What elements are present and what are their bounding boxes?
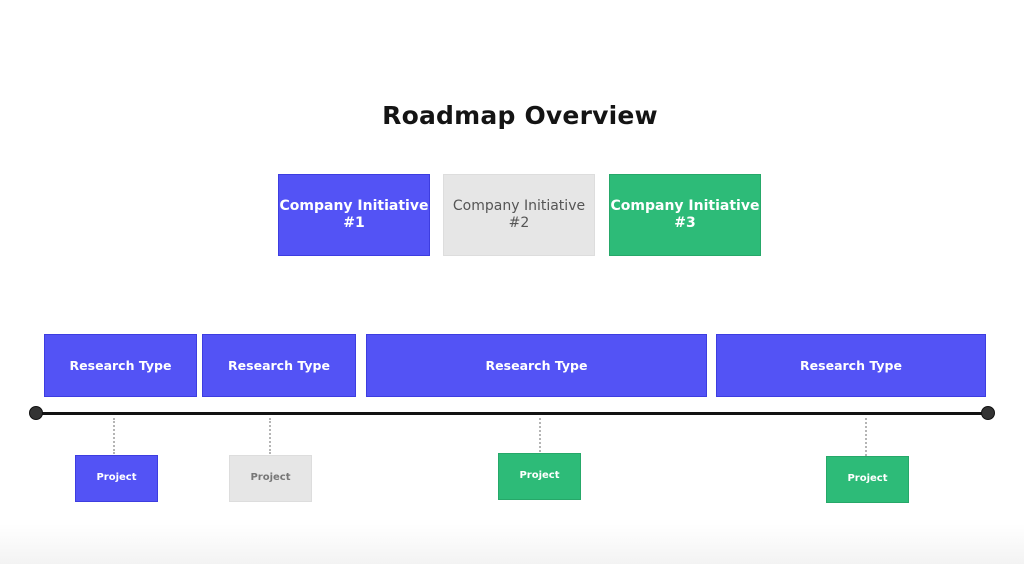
initiative-number: #2 — [508, 215, 530, 231]
company-initiative-2: Company Initiative #2 — [443, 174, 595, 256]
timeline-end-dot — [981, 406, 995, 420]
project-4: Project — [826, 456, 909, 503]
research-type-2: Research Type — [202, 334, 356, 397]
research-type-4: Research Type — [716, 334, 986, 397]
company-initiative-3: Company Initiative #3 — [609, 174, 761, 256]
initiative-number: #3 — [674, 215, 696, 231]
initiative-label: Company Initiative — [610, 197, 760, 214]
project-connector-2 — [269, 418, 271, 454]
project-connector-1 — [113, 418, 115, 454]
project-connector-4 — [865, 418, 867, 456]
research-type-1: Research Type — [44, 334, 197, 397]
timeline-line — [36, 412, 988, 415]
timeline-start-dot — [29, 406, 43, 420]
project-3: Project — [498, 453, 581, 500]
page-title: Roadmap Overview — [382, 101, 658, 130]
bottom-fade — [0, 524, 1024, 564]
company-initiative-1: Company Initiative #1 — [278, 174, 430, 256]
initiative-label: Company Initiative — [452, 197, 586, 214]
project-connector-3 — [539, 418, 541, 452]
research-type-3: Research Type — [366, 334, 707, 397]
initiative-number: #1 — [343, 215, 365, 231]
project-2: Project — [229, 455, 312, 502]
initiative-label: Company Initiative — [279, 197, 429, 214]
project-1: Project — [75, 455, 158, 502]
